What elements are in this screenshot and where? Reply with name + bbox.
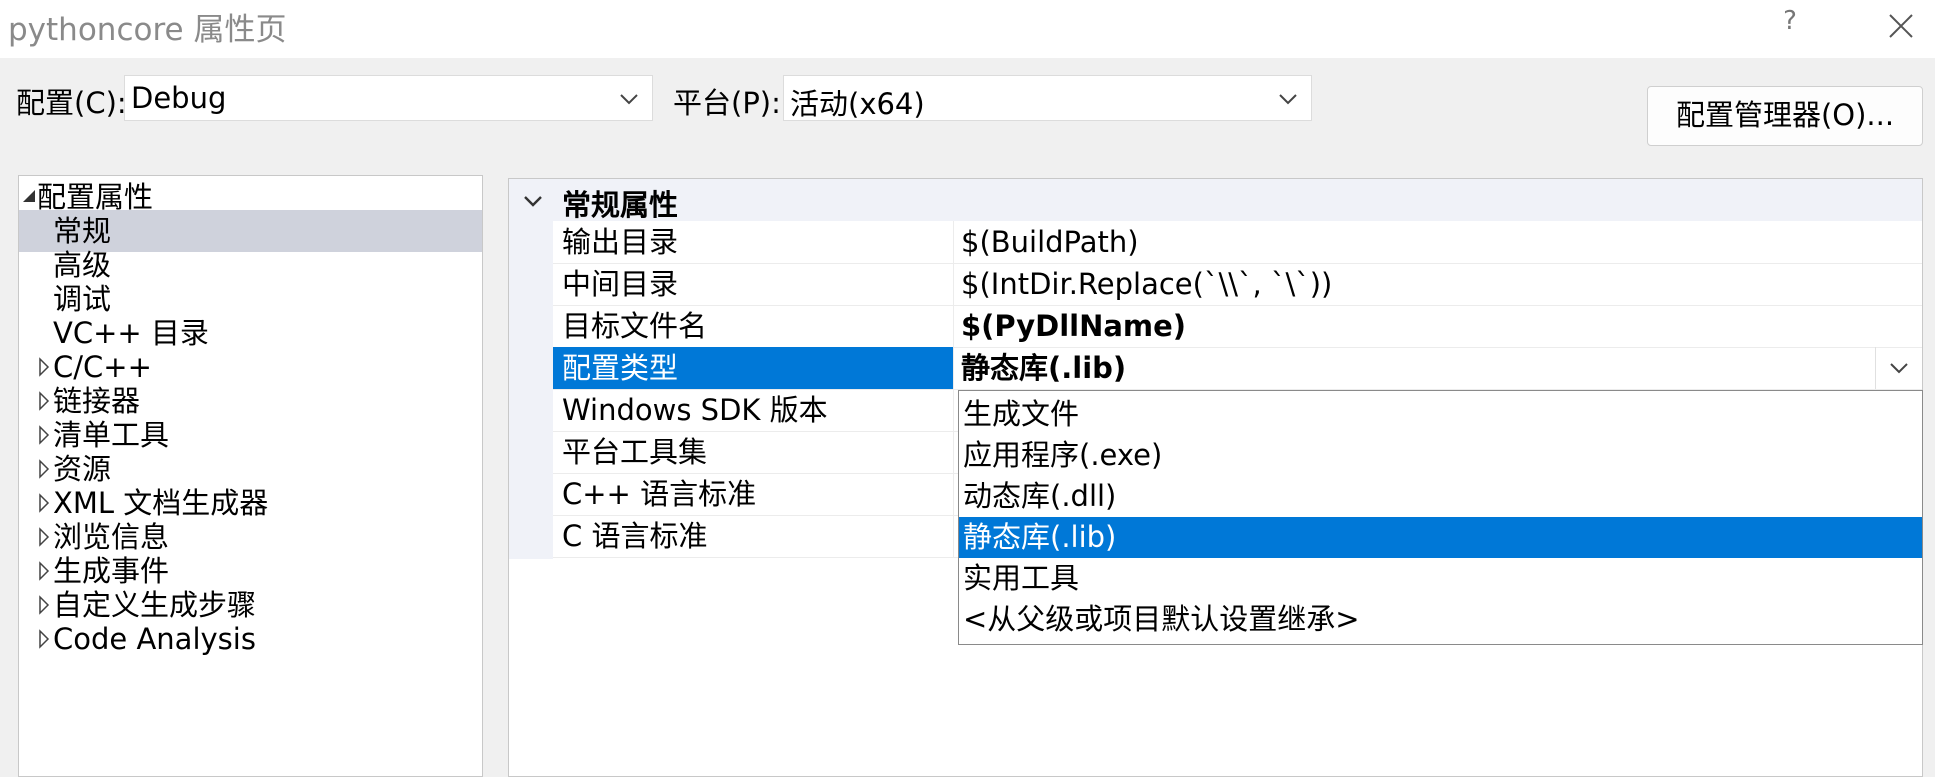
dropdown-option-utility[interactable]: 实用工具 [959,558,1922,599]
property-name: 目标文件名 [553,305,954,347]
property-row-configuration-type[interactable]: 配置类型 静态库(.lib) [553,347,1922,390]
grid-gutter [509,179,553,559]
dropdown-option-dynamic-library[interactable]: 动态库(.dll) [959,476,1922,517]
category-label: 常规属性 [562,188,679,222]
config-label: 配置(C): [16,86,127,120]
property-name: 中间目录 [553,263,954,305]
chevron-down-icon [1279,94,1297,105]
window-title: pythoncore 属性页 [8,12,287,48]
dropdown-option-makefile[interactable]: 生成文件 [959,394,1922,435]
configuration-type-dropdown-list: 生成文件 应用程序(.exe) 动态库(.dll) 静态库(.lib) 实用工具… [958,390,1923,645]
property-name: C++ 语言标准 [553,473,954,515]
property-name: 平台工具集 [553,431,954,473]
property-value[interactable]: 静态库(.lib) [961,347,1126,389]
tree-item-label: Code Analysis [53,622,256,656]
property-name: 配置类型 [553,347,954,389]
collapsed-triangle-icon[interactable] [36,618,52,660]
dropdown-button[interactable] [1875,347,1922,389]
config-manager-button[interactable]: 配置管理器(O)... [1647,86,1923,146]
property-name: 输出目录 [553,221,954,263]
property-row-output-dir[interactable]: 输出目录 $(BuildPath) [553,221,1922,264]
platform-value: 活动(x64) [790,87,925,121]
property-row-target-name[interactable]: 目标文件名 $(PyDllName) [553,305,1922,348]
config-value: Debug [131,81,227,115]
tree-item-code-analysis[interactable]: Code Analysis [19,618,482,660]
property-value[interactable]: $(PyDllName) [961,305,1186,347]
property-value[interactable]: $(BuildPath) [961,221,1139,263]
title-bar [0,0,1935,58]
property-name: Windows SDK 版本 [553,389,954,431]
category-row[interactable]: 常规属性 [509,179,1922,222]
chevron-down-icon [620,94,638,105]
dropdown-option-application[interactable]: 应用程序(.exe) [959,435,1922,476]
property-row-intermediate-dir[interactable]: 中间目录 $(IntDir.Replace(`\\`, `\`)) [553,263,1922,306]
dropdown-option-static-library[interactable]: 静态库(.lib) [959,517,1922,558]
property-value[interactable]: $(IntDir.Replace(`\\`, `\`)) [961,263,1332,305]
dropdown-option-inherit[interactable]: <从父级或项目默认设置继承> [959,599,1922,640]
help-button[interactable]: ? [1770,6,1810,46]
platform-combobox[interactable]: 活动(x64) [783,75,1312,121]
property-name: C 语言标准 [553,515,954,557]
property-tree: 配置属性 常规 高级 调试 VC++ 目录 C/C++ 链接器 清单工具 资源 [18,175,483,777]
close-icon [1889,14,1913,38]
close-button[interactable] [1876,4,1926,48]
platform-label: 平台(P): [673,86,781,120]
chevron-down-icon[interactable] [521,189,545,213]
config-combobox[interactable]: Debug [124,75,653,121]
chevron-down-icon [1890,363,1908,374]
